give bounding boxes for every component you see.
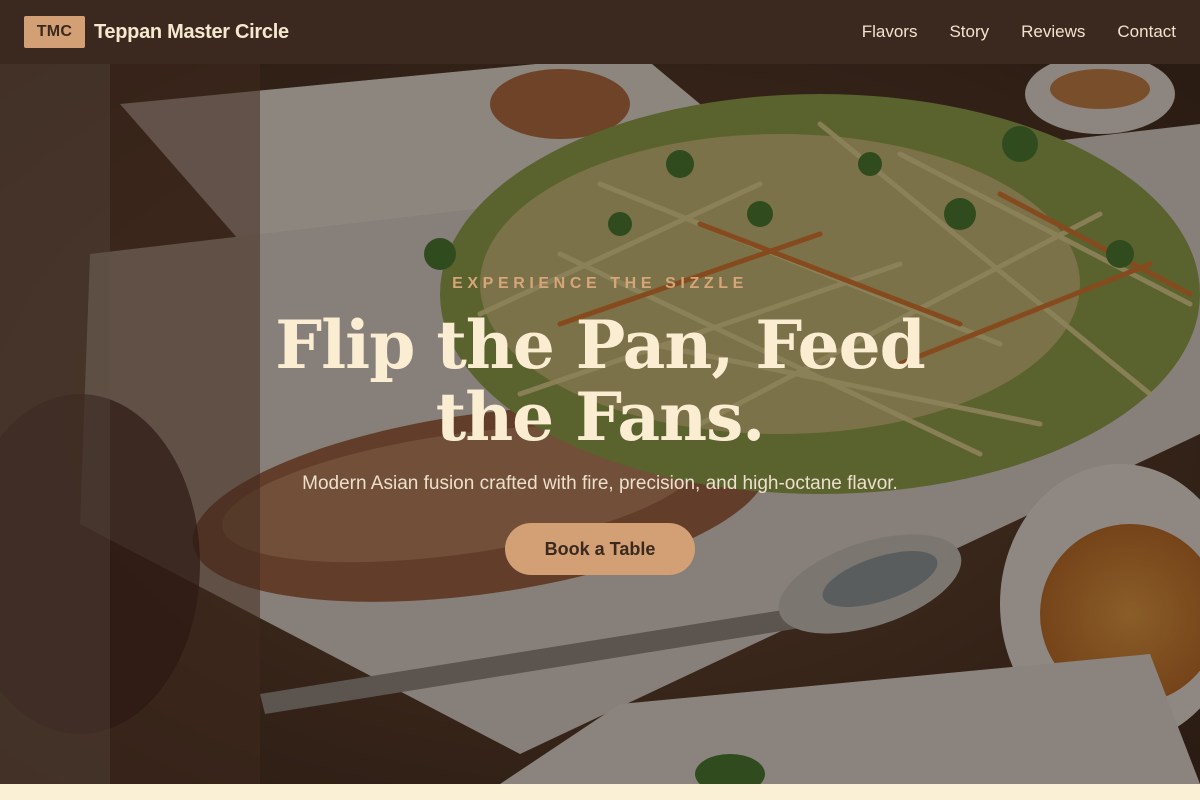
- hero-subhead: Modern Asian fusion crafted with fire, p…: [302, 473, 898, 494]
- nav-links: Flavors Story Reviews Contact: [862, 22, 1176, 42]
- brand-name[interactable]: Teppan Master Circle: [94, 21, 289, 44]
- next-section-edge: [0, 784, 1200, 800]
- book-table-button[interactable]: Book a Table: [505, 523, 695, 575]
- nav-link-contact[interactable]: Contact: [1117, 22, 1176, 42]
- nav-link-reviews[interactable]: Reviews: [1021, 22, 1085, 42]
- logo-badge[interactable]: TMC: [24, 16, 85, 48]
- nav-link-flavors[interactable]: Flavors: [862, 22, 918, 42]
- nav-link-story[interactable]: Story: [949, 22, 989, 42]
- hero-content: EXPERIENCE THE SIZZLE Flip the Pan, Feed…: [0, 64, 1200, 784]
- hero-section: EXPERIENCE THE SIZZLE Flip the Pan, Feed…: [0, 64, 1200, 784]
- hero-eyebrow: EXPERIENCE THE SIZZLE: [452, 275, 748, 292]
- top-navbar: TMC Teppan Master Circle Flavors Story R…: [0, 0, 1200, 64]
- hero-headline: Flip the Pan, Feed the Fans.: [275, 306, 926, 456]
- brand[interactable]: TMC Teppan Master Circle: [24, 16, 289, 48]
